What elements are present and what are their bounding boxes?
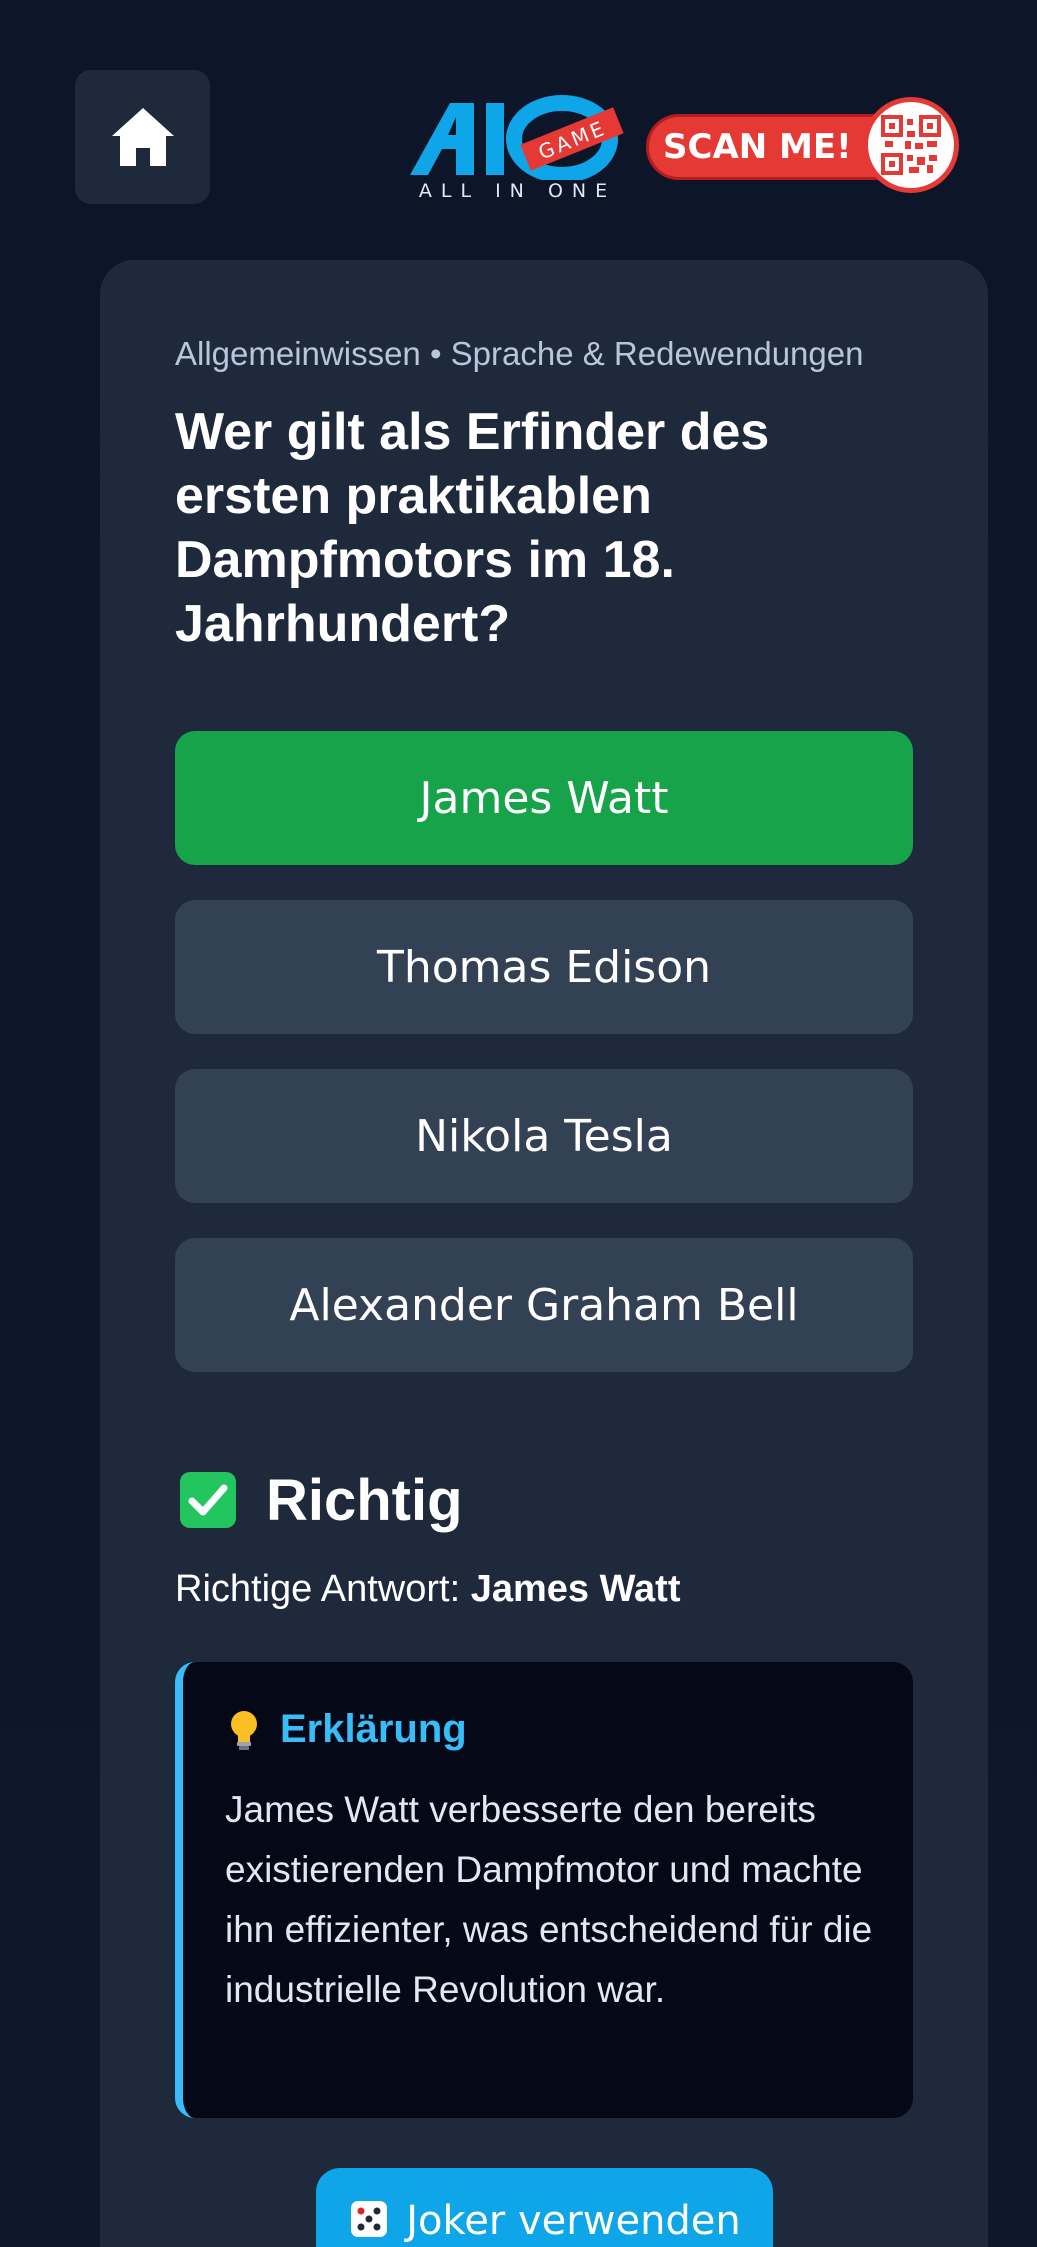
aio-logo-mark: GAME	[410, 95, 624, 183]
aio-logo: GAME ALL IN ONE	[410, 95, 625, 205]
correct-answer-line: Richtige Antwort: James Watt	[175, 1568, 680, 1611]
answer-option-2[interactable]: Thomas Edison	[175, 900, 913, 1034]
logo-subtitle: ALL IN ONE	[418, 180, 617, 202]
joker-button[interactable]: Joker verwenden	[316, 2168, 773, 2247]
correct-answer-value: James Watt	[470, 1568, 681, 1610]
explanation-header: Erklärung	[228, 1707, 467, 1752]
home-icon	[111, 108, 174, 166]
answer-option-3[interactable]: Nikola Tesla	[175, 1069, 913, 1203]
quiz-card: Allgemeinwissen • Sprache & Redewendunge…	[100, 260, 988, 2247]
explanation-text: James Watt verbesserte den bereits exist…	[225, 1789, 873, 2010]
answer-option-4[interactable]: Alexander Graham Bell	[175, 1238, 913, 1372]
check-mark-icon	[180, 1472, 236, 1528]
explanation-title: Erklärung	[280, 1707, 467, 1751]
scan-me-button[interactable]: SCAN ME!	[646, 97, 959, 193]
dice-icon	[351, 2201, 388, 2237]
explanation-box: Erklärung James Watt verbesserte den ber…	[175, 1662, 913, 2118]
question-text: Wer gilt als Erfinder des ersten praktik…	[175, 403, 770, 653]
quiz-page: GAME ALL IN ONE SCAN ME! Allgemeinwissen…	[0, 0, 1037, 2247]
qr-code-icon	[863, 97, 959, 193]
home-button[interactable]	[75, 70, 210, 204]
result-header: Richtig	[180, 1465, 463, 1535]
category-label: Allgemeinwissen • Sprache & Redewendunge…	[175, 335, 864, 372]
joker-label: Joker verwenden	[406, 2198, 741, 2244]
correct-answer-prefix: Richtige Antwort:	[175, 1568, 471, 1610]
answer-option-1[interactable]: James Watt	[175, 731, 913, 865]
result-title: Richtig	[266, 1467, 463, 1533]
lightbulb-icon	[231, 1710, 257, 1750]
